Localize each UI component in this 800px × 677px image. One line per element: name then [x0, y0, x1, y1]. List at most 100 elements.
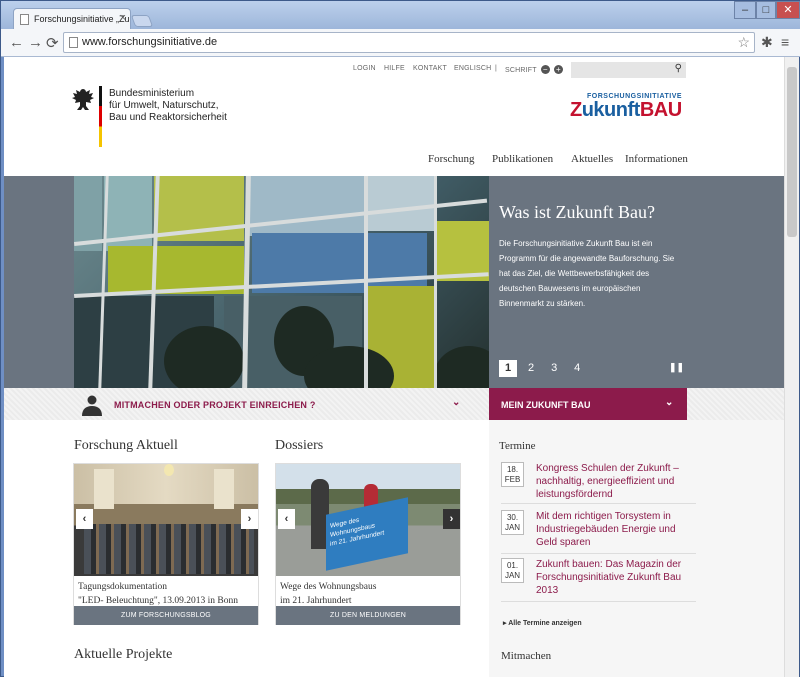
nav-aktuelles[interactable]: Aktuelles: [571, 153, 613, 165]
date-month: FEB: [504, 475, 521, 484]
federal-eagle-icon: [71, 87, 95, 119]
font-size-label: SCHRIFT: [505, 67, 537, 74]
date-badge: 18. FEB: [501, 462, 524, 487]
next-arrow-icon[interactable]: ›: [241, 509, 258, 529]
bookmark-star-icon[interactable]: ☆: [737, 34, 750, 51]
card-caption[interactable]: Tagungsdokumentation "LED- Beleuchtung",…: [78, 580, 238, 608]
slide-pagination: 1 2 3 4: [499, 360, 588, 377]
url-text: www.forschungsinitiative.de: [82, 36, 218, 48]
caption-line-1: Tagungsdokumentation: [78, 582, 168, 592]
slide-4-button[interactable]: 4: [568, 360, 586, 377]
date-day: 30.: [506, 513, 519, 522]
pause-icon[interactable]: ❚❚: [669, 362, 684, 373]
section-forschung-aktuell: Forschung Aktuell: [74, 438, 178, 453]
web-page: LOGIN HILFE KONTAKT ENGLISCH | SCHRIFT −…: [4, 57, 784, 677]
next-arrow-icon[interactable]: ›: [443, 509, 460, 529]
termin-item[interactable]: 18. FEB Kongress Schulen der Zukunft – na…: [501, 462, 696, 504]
address-bar[interactable]: www.forschungsinitiative.de ☆: [63, 32, 755, 53]
termin-title[interactable]: Kongress Schulen der Zukunft – nachhalti…: [536, 462, 694, 501]
date-month: JAN: [504, 571, 521, 580]
date-badge: 01. JAN: [501, 558, 524, 583]
date-month: JAN: [504, 523, 521, 532]
maximize-button[interactable]: □: [756, 1, 776, 19]
section-dossiers: Dossiers: [275, 438, 324, 453]
font-size-control: SCHRIFT − +: [505, 65, 563, 74]
page-icon: [69, 37, 78, 48]
caption-line-1: Wege des Wohnungsbaus: [280, 582, 377, 592]
meldungen-button[interactable]: ZU DEN MELDUNGEN: [276, 606, 460, 625]
dossier-sign: Wege des Wohnungsbaus im 21. Jahrhundert: [326, 497, 408, 571]
separator: |: [495, 65, 498, 72]
date-day: 01.: [506, 561, 519, 570]
chevron-down-icon: ⌄: [665, 397, 674, 408]
english-link[interactable]: ENGLISCH: [454, 65, 491, 72]
termin-title[interactable]: Zukunft bauen: Das Magazin der Forschung…: [536, 558, 694, 597]
font-increase-icon[interactable]: +: [553, 65, 563, 74]
mein-zukunft-bau-button[interactable]: MEIN ZUKUNFT BAU ⌄: [489, 388, 687, 420]
dossier-photo: Wege des Wohnungsbaus im 21. Jahrhundert: [276, 464, 460, 576]
logo-bau: BAU: [639, 99, 682, 121]
slide-2-button[interactable]: 2: [522, 360, 540, 377]
scrollbar[interactable]: [784, 57, 799, 677]
all-termine-label: Alle Termine anzeigen: [508, 620, 582, 627]
ministry-line-2: für Umwelt, Naturschutz,: [109, 100, 219, 111]
back-icon[interactable]: ←: [9, 34, 24, 51]
hero-image: [74, 176, 489, 388]
browser-toolbar: ← → ⟳ www.forschungsinitiative.de ☆ ✱ ≡: [1, 29, 800, 57]
date-badge: 30. JAN: [501, 510, 524, 535]
logo-ukunft: ukunft: [581, 99, 641, 121]
termin-item[interactable]: 01. JAN Zukunft bauen: Das Magazin der Fo…: [501, 558, 696, 602]
forschung-card: ‹ › Tagungsdokumentation "LED- Beleuchtu…: [73, 463, 259, 625]
termine-heading: Termine: [499, 440, 536, 452]
reload-icon[interactable]: ⟳: [46, 34, 59, 52]
ministry-line-1: Bundesministerium: [109, 88, 195, 99]
minimize-button[interactable]: –: [734, 1, 756, 19]
close-window-button[interactable]: ✕: [776, 1, 800, 19]
slide-3-button[interactable]: 3: [545, 360, 563, 377]
menu-icon[interactable]: ≡: [781, 34, 789, 50]
dossier-card: Wege des Wohnungsbaus im 21. Jahrhundert…: [275, 463, 461, 625]
german-flag-stripe: [99, 86, 102, 147]
scrollbar-thumb[interactable]: [787, 67, 797, 237]
termin-item[interactable]: 30. JAN Mit dem richtigen Torsystem in In…: [501, 510, 696, 554]
logo-z: Z: [570, 99, 582, 121]
nav-forschung[interactable]: Forschung: [428, 153, 474, 165]
mitmachen-link[interactable]: MITMACHEN ODER PROJEKT EINREICHEN ?: [114, 400, 316, 410]
all-termine-link[interactable]: ▸ Alle Termine anzeigen: [503, 619, 582, 627]
help-link[interactable]: HILFE: [384, 65, 405, 72]
contact-link[interactable]: KONTAKT: [413, 65, 447, 72]
chevron-down-icon[interactable]: ⌄: [452, 397, 460, 408]
zukunft-bau-logo[interactable]: ZukunftBAU: [570, 99, 682, 122]
ministry-line-3: Bau und Reaktorsicherheit: [109, 112, 227, 123]
conference-photo: [74, 464, 258, 576]
slide-1-button[interactable]: 1: [499, 360, 517, 377]
tab-title: Forschungsinitiative „Zuk: [34, 14, 131, 24]
date-day: 18.: [506, 465, 519, 474]
prev-arrow-icon[interactable]: ‹: [278, 509, 295, 529]
extension-icon[interactable]: ✱: [761, 34, 773, 51]
browser-tab[interactable]: Forschungsinitiative „Zuk ×: [13, 8, 131, 29]
termin-title[interactable]: Mit dem richtigen Torsystem in Industrie…: [536, 510, 694, 549]
hero-slider: Was ist Zukunft Bau? Die Forschungsiniti…: [4, 176, 784, 388]
mein-zukunft-bau-label: MEIN ZUKUNFT BAU: [501, 400, 591, 410]
hero-body: Die Forschungsinitiative Zukunft Bau ist…: [499, 239, 675, 308]
close-tab-icon[interactable]: ×: [120, 12, 126, 24]
font-decrease-icon[interactable]: −: [540, 65, 550, 74]
nav-informationen[interactable]: Informationen: [625, 153, 688, 165]
search-icon[interactable]: ⚲: [675, 63, 682, 74]
mitmachen-heading: Mitmachen: [501, 650, 552, 662]
login-link[interactable]: LOGIN: [353, 65, 376, 72]
search-input[interactable]: ⚲: [571, 62, 686, 78]
new-tab-button[interactable]: [130, 15, 154, 27]
hero-text-panel: Was ist Zukunft Bau? Die Forschungsiniti…: [489, 176, 784, 388]
ministry-name: Bundesministerium für Umwelt, Naturschut…: [109, 88, 227, 124]
card-caption[interactable]: Wege des Wohnungsbaus im 21. Jahrhundert: [280, 580, 376, 608]
forward-icon[interactable]: →: [28, 34, 43, 51]
action-bar: MITMACHEN ODER PROJEKT EINREICHEN ? ⌄ ME…: [4, 388, 784, 420]
nav-publikationen[interactable]: Publikationen: [492, 153, 553, 165]
prev-arrow-icon[interactable]: ‹: [76, 509, 93, 529]
page-icon: [20, 14, 29, 25]
forschungsblog-button[interactable]: ZUM FORSCHUNGSBLOG: [74, 606, 258, 625]
person-icon: [82, 395, 102, 416]
section-aktuelle-projekte: Aktuelle Projekte: [74, 647, 173, 662]
